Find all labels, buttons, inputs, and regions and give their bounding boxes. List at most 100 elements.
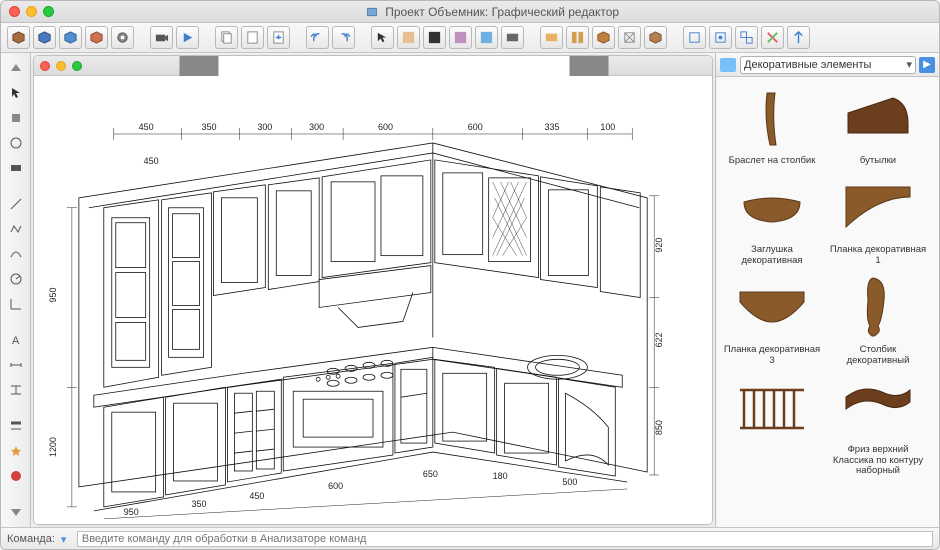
- tool-polyline[interactable]: [5, 218, 27, 240]
- dim-bot-2: 450: [249, 491, 264, 501]
- dim-450: 450: [144, 156, 159, 166]
- tool-dimension-2[interactable]: [5, 379, 27, 401]
- shape-2-button[interactable]: [566, 26, 589, 49]
- canvas-area: Чертеж '/Users/yuriy/Documents/Mebel/Про…: [31, 53, 715, 527]
- tool-text-a[interactable]: A: [5, 329, 27, 351]
- dim-top-6: 335: [544, 122, 559, 132]
- settings-button[interactable]: [111, 26, 134, 49]
- tool-star[interactable]: [5, 440, 27, 462]
- window-controls: [9, 6, 54, 17]
- drawing-canvas[interactable]: 450 350 300 300 600 600 335 100 450 950: [34, 76, 712, 524]
- dim-top-7: 100: [600, 122, 615, 132]
- play-button[interactable]: [176, 26, 199, 49]
- doc-close-button[interactable]: [40, 61, 50, 71]
- close-button[interactable]: [9, 6, 20, 17]
- command-input[interactable]: [77, 531, 933, 547]
- select-button[interactable]: [371, 26, 394, 49]
- lib-item-plug[interactable]: Заглушка декоративная: [720, 170, 824, 268]
- dropdown-icon[interactable]: ▾: [61, 533, 73, 545]
- align-5-button[interactable]: [787, 26, 810, 49]
- titlebar: Проект Объемник: Графический редактор: [1, 1, 939, 23]
- maximize-button[interactable]: [43, 6, 54, 17]
- undo-button[interactable]: [306, 26, 329, 49]
- doc-maximize-button[interactable]: [72, 61, 82, 71]
- minimize-button[interactable]: [26, 6, 37, 17]
- main-toolbar: [1, 23, 939, 53]
- document-titlebar: Чертеж '/Users/yuriy/Documents/Mebel/Про…: [34, 56, 712, 76]
- align-3-button[interactable]: [735, 26, 758, 49]
- lib-item-bracelet[interactable]: Браслет на столбик: [720, 81, 824, 168]
- lib-item-plank1[interactable]: Планка декоративная 1: [826, 170, 930, 268]
- dim-top-5: 600: [468, 122, 483, 132]
- status-bar: Команда: ▾: [1, 527, 939, 549]
- lib-thumb: [732, 372, 812, 442]
- window-title: Проект Объемник: Графический редактор: [54, 5, 931, 19]
- lib-item-railing[interactable]: [720, 370, 824, 478]
- doc-minimize-button[interactable]: [56, 61, 66, 71]
- material-2-button[interactable]: [423, 26, 446, 49]
- material-4-button[interactable]: [475, 26, 498, 49]
- align-1-button[interactable]: [683, 26, 706, 49]
- tool-color[interactable]: [5, 465, 27, 487]
- material-1-button[interactable]: [397, 26, 420, 49]
- view-3d-3-button[interactable]: [59, 26, 82, 49]
- tool-radius[interactable]: [5, 268, 27, 290]
- dim-right-1: 622: [654, 332, 664, 347]
- dim-top-1: 350: [202, 122, 217, 132]
- lib-thumb: [732, 83, 812, 153]
- dim-right-2: 850: [654, 420, 664, 435]
- shape-1-button[interactable]: [540, 26, 563, 49]
- view-3d-2-button[interactable]: [33, 26, 56, 49]
- app-window: Проект Объемник: Графический редактор: [0, 0, 940, 550]
- camera-button[interactable]: [150, 26, 173, 49]
- document-button[interactable]: [241, 26, 264, 49]
- dim-bot-6: 500: [562, 477, 577, 487]
- tool-angle[interactable]: [5, 293, 27, 315]
- library-header: Декоративные элементы ▾ ▶: [716, 53, 939, 77]
- lib-item-plank3[interactable]: Планка декоративная 3: [720, 270, 824, 368]
- lib-thumb: [838, 272, 918, 342]
- lib-item-shelf[interactable]: Тарелочница: [720, 481, 824, 528]
- view-3d-1-button[interactable]: [7, 26, 30, 49]
- left-toolbar: A: [1, 53, 31, 527]
- library-panel: Декоративные элементы ▾ ▶ Браслет на сто…: [715, 53, 939, 527]
- dim-bot-5: 180: [493, 471, 508, 481]
- kitchen-drawing: 450 350 300 300 600 600 335 100 450 950: [34, 76, 712, 524]
- library-category-select[interactable]: Декоративные элементы ▾: [740, 56, 916, 74]
- tool-thickness[interactable]: [5, 415, 27, 437]
- tool-dimension[interactable]: [5, 354, 27, 376]
- shape-3-button[interactable]: [592, 26, 615, 49]
- redo-button[interactable]: [332, 26, 355, 49]
- lib-thumb: [732, 272, 812, 342]
- dim-bot-0: 950: [124, 507, 139, 517]
- export-button[interactable]: [267, 26, 290, 49]
- material-5-button[interactable]: [501, 26, 524, 49]
- dim-top-3: 300: [309, 122, 324, 132]
- library-next-button[interactable]: ▶: [919, 57, 935, 73]
- dim-bot-1: 350: [192, 499, 207, 509]
- lib-thumb: [732, 483, 812, 528]
- doc-window-controls: [40, 61, 82, 71]
- tool-hand[interactable]: [5, 107, 27, 129]
- tool-rect[interactable]: [5, 157, 27, 179]
- tool-circle[interactable]: [5, 132, 27, 154]
- lib-item-column[interactable]: Столбик декоративный: [826, 270, 930, 368]
- dim-left-0: 950: [48, 288, 58, 303]
- lib-item-frieze[interactable]: Фриз верхний Классика по контуру наборны…: [826, 370, 930, 478]
- align-4-button[interactable]: [761, 26, 784, 49]
- copy-button[interactable]: [215, 26, 238, 49]
- scroll-up-button[interactable]: [5, 57, 27, 79]
- app-icon: [366, 6, 378, 18]
- shape-5-button[interactable]: [644, 26, 667, 49]
- align-2-button[interactable]: [709, 26, 732, 49]
- chevron-down-icon: ▾: [906, 58, 912, 71]
- lib-item-bottles[interactable]: бутылки: [826, 81, 930, 168]
- tool-line[interactable]: [5, 193, 27, 215]
- scroll-down-button[interactable]: [5, 501, 27, 523]
- shape-4-button[interactable]: [618, 26, 641, 49]
- material-3-button[interactable]: [449, 26, 472, 49]
- tool-arc[interactable]: [5, 243, 27, 265]
- tool-pointer[interactable]: [5, 82, 27, 104]
- view-3d-4-button[interactable]: [85, 26, 108, 49]
- dim-bot-3: 600: [328, 481, 343, 491]
